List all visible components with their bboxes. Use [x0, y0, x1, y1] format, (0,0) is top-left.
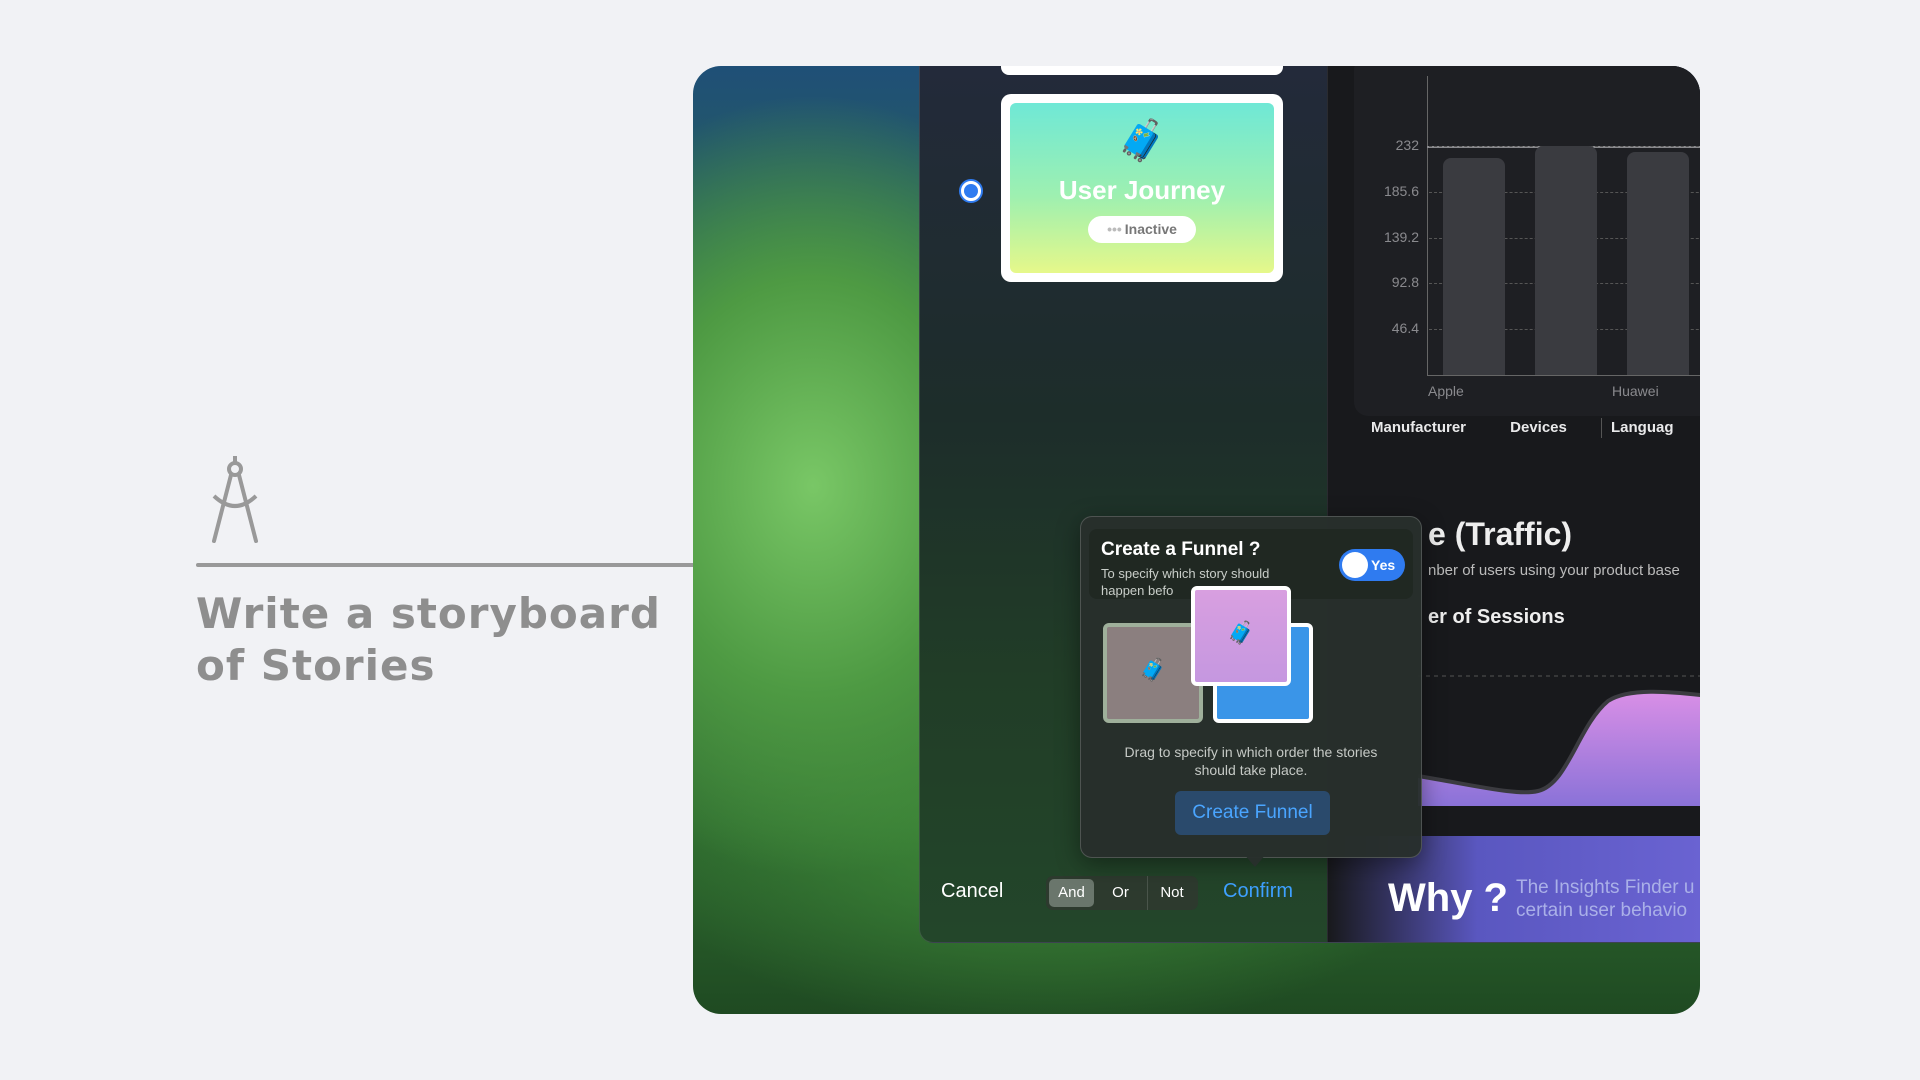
caption-heading: Write a storyboard of Stories — [196, 588, 661, 692]
y-tick-label: 232 — [1395, 137, 1419, 153]
logic-and-button[interactable]: And — [1049, 876, 1094, 910]
screenshot-frame: 🧳 User Journey ••• Inactive 232 185.6 139.2… — [693, 66, 1700, 1014]
section-subtitle: nber of users using your product base — [1428, 562, 1680, 579]
segment-devices[interactable]: Devices — [1486, 411, 1591, 445]
sessions-area-chart — [1418, 675, 1700, 806]
create-funnel-popover: Create a Funnel ? To specify which story… — [1080, 516, 1422, 858]
popover-hint-line-2: should take place. — [1194, 762, 1308, 778]
sessions-heading: er of Sessions — [1428, 606, 1565, 628]
bar-apple[interactable] — [1443, 157, 1505, 375]
segment-control: Manufacturer Devices Languag — [1361, 411, 1700, 445]
logic-not-button[interactable]: Not — [1147, 876, 1196, 910]
funnel-toggle[interactable]: Yes — [1339, 549, 1405, 581]
x-axis — [1427, 375, 1700, 376]
suitcase-icon: 🧳 — [1227, 620, 1255, 645]
y-tick-label: 139.2 — [1383, 228, 1419, 245]
bar-category-1[interactable] — [1535, 146, 1597, 375]
bar-chart: 232 185.6 139.2 92.8 46.4 Apple Huawei — [1354, 66, 1700, 416]
y-tick-label: 92.8 — [1391, 274, 1419, 291]
bar-huawei[interactable] — [1627, 151, 1689, 375]
story-select-radio[interactable] — [959, 179, 983, 203]
confirm-button[interactable]: Confirm — [1223, 880, 1293, 903]
segment-separator — [1601, 418, 1602, 438]
toggle-knob — [1342, 552, 1368, 578]
logic-or-button[interactable]: Or — [1098, 876, 1143, 910]
popover-arrow — [1243, 853, 1267, 867]
caption-line-2: of Stories — [196, 641, 436, 690]
funnel-story-tile-dragging[interactable]: 🧳 — [1191, 586, 1291, 686]
cancel-button[interactable]: Cancel — [941, 880, 1003, 903]
segment-language[interactable]: Languag — [1611, 411, 1700, 445]
funnel-story-tile[interactable]: 🧳 — [1103, 623, 1203, 723]
y-tick-label: 185.6 — [1383, 182, 1419, 199]
x-tick-label: Apple — [1428, 383, 1464, 399]
why-title: Why ? — [1388, 876, 1508, 920]
status-badge: ••• Inactive — [1088, 216, 1196, 243]
story-card-thumbnail: 🧳 User Journey ••• Inactive — [1010, 103, 1274, 273]
status-dots: ••• — [1107, 221, 1122, 237]
popover-subtitle-line-1: To specify which story should — [1101, 566, 1270, 581]
story-card-previous[interactable] — [1001, 66, 1283, 75]
story-card-user-journey[interactable]: 🧳 User Journey ••• Inactive — [1001, 94, 1283, 282]
popover-hint-line-1: Drag to specify in which order the stori… — [1124, 744, 1378, 760]
caption-line-1: Write a storyboard — [196, 589, 661, 638]
create-funnel-button[interactable]: Create Funnel — [1175, 791, 1330, 835]
story-title: User Journey — [1058, 175, 1226, 205]
popover-hint: Drag to specify in which order the stori… — [1081, 743, 1421, 779]
compass-drafting-icon — [212, 456, 258, 543]
why-description: The Insights Finder u certain user behav… — [1516, 876, 1694, 922]
status-label: Inactive — [1124, 221, 1177, 237]
suitcase-icon: 🧳 — [1139, 657, 1167, 682]
logic-operator-control: And Or Not — [1046, 876, 1198, 910]
segment-manufacturer[interactable]: Manufacturer — [1361, 411, 1476, 445]
suitcase-icon: 🧳 — [1117, 119, 1167, 163]
x-tick-label: Huawei — [1612, 383, 1659, 399]
section-title: e (Traffic) — [1428, 516, 1573, 552]
y-axis — [1427, 76, 1428, 375]
why-line-2: certain user behavio — [1516, 900, 1688, 921]
toggle-label: Yes — [1371, 557, 1396, 573]
why-line-1: The Insights Finder u — [1516, 877, 1695, 898]
y-tick-label: 46.4 — [1391, 320, 1419, 337]
popover-title: Create a Funnel ? — [1101, 539, 1261, 560]
